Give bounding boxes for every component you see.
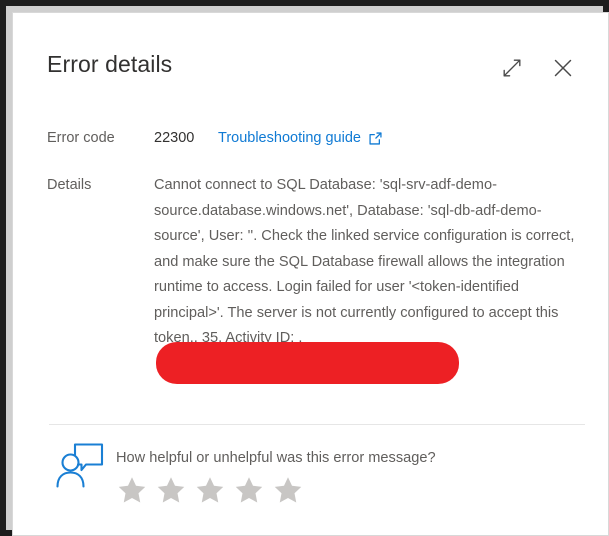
error-code-label: Error code [47,130,115,146]
details-label: Details [47,177,92,193]
troubleshooting-guide-link[interactable]: Troubleshooting guide [218,130,383,146]
rating-star-5[interactable] [273,475,303,505]
error-details-panel: Error details Error code 22300 Troublesh… [12,12,609,536]
error-code-value: 22300 [154,130,195,146]
person-feedback-icon [56,443,104,488]
rating-star-3[interactable] [195,475,225,505]
rating-star-4[interactable] [234,475,264,505]
close-button[interactable] [546,51,580,85]
expand-button[interactable] [495,51,529,85]
error-details-text: Cannot connect to SQL Database: 'sql-srv… [154,177,579,346]
rating-star-2[interactable] [156,475,186,505]
close-icon [554,59,572,77]
star-rating[interactable] [117,475,303,505]
troubleshooting-guide-link-label: Troubleshooting guide [218,130,361,146]
redaction-blob [156,342,459,384]
screenshot-frame: Error details Error code 22300 Troublesh… [0,0,609,536]
external-link-icon [369,131,382,145]
rating-star-1[interactable] [117,475,147,505]
page-title: Error details [47,51,173,77]
footer-divider [49,424,585,425]
panel-header: Error details [13,13,608,107]
expand-diagonal-icon [503,59,521,77]
feedback-question: How helpful or unhelpful was this error … [116,450,436,466]
